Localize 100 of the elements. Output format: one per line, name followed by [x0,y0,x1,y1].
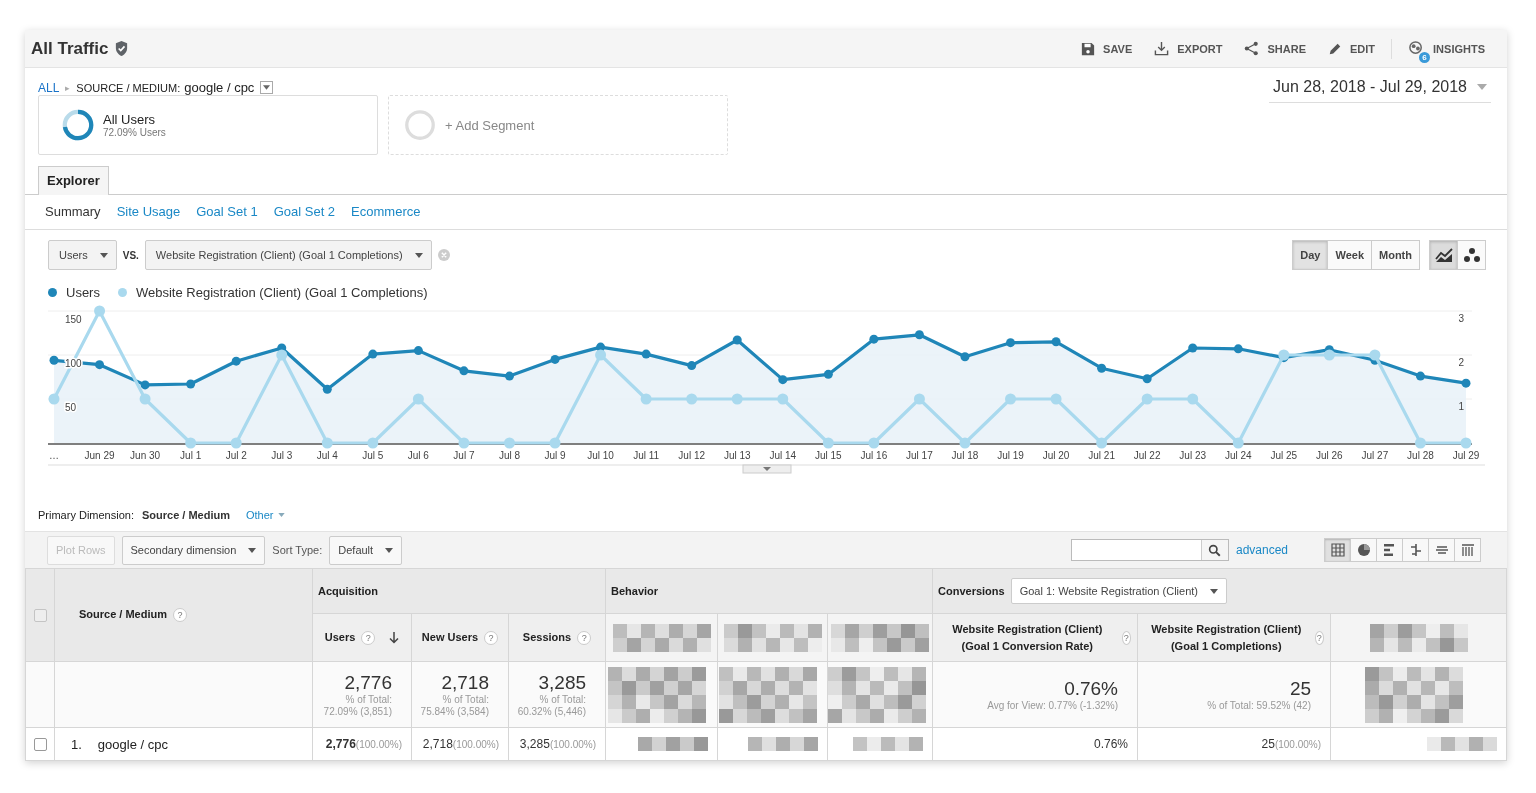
axis-label: Jul 15 [815,450,842,461]
help-icon[interactable]: ? [484,630,499,645]
primary-dimension-label: Primary Dimension: [38,509,134,521]
table-cell: 3,285(100.00%) [519,737,596,751]
axis-label: 150 [65,314,82,325]
column-group-header: Behavior [611,585,659,597]
total-value: 2,718 [440,671,490,694]
secondary-dimension-dropdown[interactable]: Secondary dimension [121,535,266,565]
report-tab[interactable]: Goal Set 2 [273,204,336,219]
column-header[interactable]: Website Registration (Client) (Goal 1 Conversion Rate) [939,620,1116,655]
row-label[interactable]: google / cpc [97,736,168,752]
column-header[interactable]: Sessions [522,629,572,646]
axis-label: Jul 22 [1133,450,1161,461]
dimension-value: google / cpc [184,80,255,95]
column-header[interactable]: New Users [421,629,479,646]
goal-dropdown[interactable]: Goal 1: Website Registration (Client) [1010,578,1227,604]
axis-label: 3 [1458,313,1464,324]
axis-label: Jul 9 [544,450,566,461]
add-segment-button[interactable]: + Add Segment [388,95,728,155]
breadcrumb-link[interactable]: ALL [38,80,60,95]
axis-label: Jul 18 [951,450,979,461]
save-button[interactable]: SAVE [1073,37,1141,60]
axis-label: Jun 30 [130,450,161,461]
interval-button[interactable]: Week [1327,240,1372,270]
axis-label: Jul 7 [453,450,475,461]
axis-label: Jul 14 [769,450,797,461]
axis-label: Jul 24 [1224,450,1252,461]
interval-button[interactable]: Month [1371,240,1420,270]
axis-label: Jul 8 [498,450,521,461]
dimension-label: SOURCE / MEDIUM: [76,81,181,94]
primary-dimension-value[interactable]: Source / Medium [141,509,230,521]
axis-label: Jul 1 [180,450,202,461]
axis-label: Jul 5 [362,450,384,461]
sort-type-dropdown[interactable]: Default [329,535,403,565]
axis-label: Jul 13 [723,450,751,461]
column-header[interactable]: Website Registration (Client) (Goal 1 Completions) [1144,620,1309,655]
page-title: All Traffic [31,38,109,59]
edit-button[interactable]: EDIT [1320,37,1384,60]
axis-label: 50 [65,402,77,413]
total-value: 25 [1288,677,1312,700]
axis-label: Jul 28 [1407,450,1434,461]
other-dimension-link[interactable]: Other [246,509,285,521]
report-tab[interactable]: Site Usage [116,204,181,219]
count-badge: 6 [1419,52,1431,63]
axis-label: Jul 25 [1270,450,1298,461]
segment-card[interactable]: All Users 72.09% Users [38,95,378,155]
total-note: % of Total: 75.84% (3,584) [419,693,490,718]
table-cell: 0.76% [1094,737,1128,751]
report-tab[interactable]: Ecommerce [351,204,421,219]
axis-label: 2 [1458,357,1464,368]
column-group-header: Acquisition [318,585,378,597]
axis-label: Jul 19 [997,450,1024,461]
advanced-link[interactable]: advanced [1235,543,1288,557]
compare-metric-dropdown[interactable]: Website Registration (Client) (Goal 1 Completions) [144,240,432,270]
interval-button[interactable]: Day [1292,240,1329,270]
axis-label: Jul 4 [316,450,338,461]
help-icon[interactable]: ? [1121,630,1131,645]
column-header[interactable]: Users [324,629,356,646]
help-icon[interactable]: ? [1314,630,1324,645]
breadcrumb-separator: ▸ [65,82,71,93]
axis-label: Jul 20 [1042,450,1070,461]
axis-label: Jul 23 [1179,450,1207,461]
report-tab[interactable]: Summary [45,204,101,219]
axis-label: Jul 29 [1452,450,1480,461]
axis-label: Jun 29 [84,450,115,461]
row-number: 1. [71,736,82,752]
sort-type-label: Sort Type: [272,544,323,556]
explorer-tab[interactable]: Explorer [38,166,109,195]
total-note: % of Total: 60.32% (5,446) [516,693,587,718]
help-icon[interactable]: ? [361,630,376,645]
share-button[interactable]: SHARE [1236,37,1314,60]
total-value: 2,776 [343,671,393,694]
axis-label: Jul 6 [407,450,429,461]
axis-label: Jul 16 [860,450,888,461]
total-value: 3,285 [537,671,587,694]
axis-label: 1 [1458,401,1464,412]
table-cell: 25(100.00%) [1261,737,1321,751]
export-button[interactable]: EXPORT [1146,37,1231,60]
total-value: 0.76% [1063,677,1119,700]
report-tab[interactable]: Goal Set 1 [196,204,258,219]
table-cell: 2,718(100.00%) [422,737,499,751]
date-range-picker[interactable]: Jun 28, 2018 - Jul 29, 2018 [1269,78,1491,103]
axis-label: Jul 11 [633,450,660,461]
axis-label: Jul 26 [1316,450,1343,461]
help-icon[interactable]: ? [577,630,592,645]
axis-label: Jul 21 [1088,450,1115,461]
total-note: Avg for View: 0.77% (-1.32%) [986,699,1119,712]
help-icon[interactable]: ? [173,608,188,623]
legend-label: Website Registration (Client) (Goal 1 Completions) [135,285,428,300]
metric-dropdown[interactable]: Users [48,240,117,270]
insights-button[interactable]: 6 INSIGHTS [1400,36,1493,61]
column-group-header: Conversions [938,585,1005,597]
legend-label: Users [66,285,100,300]
total-note: % of Total: 59.52% (42) [1206,699,1312,712]
total-note: % of Total: 72.09% (3,851) [322,693,393,718]
versus-label: VS. [122,249,139,261]
column-header[interactable]: Source / Medium [79,607,168,620]
axis-label: Jul 17 [906,450,933,461]
table-cell: 2,776(100.00%) [325,737,402,751]
segment-name: All Users [103,112,156,127]
